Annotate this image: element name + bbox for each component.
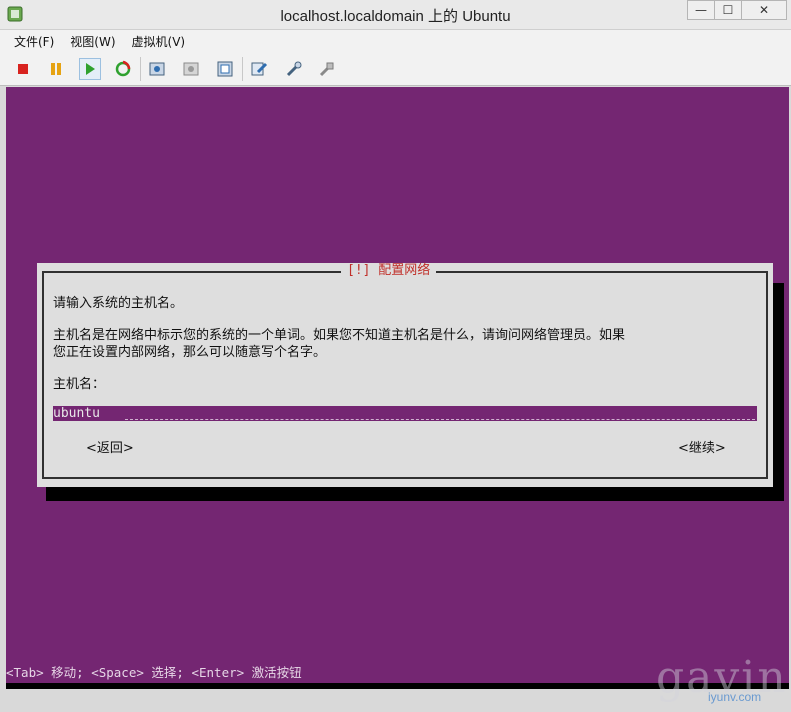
vm-console[interactable]: [!] 配置网络 请输入系统的主机名。 主机名是在网络中标示您的系统的一个单词。…: [6, 87, 789, 683]
snapshot-manager-icon: [217, 61, 233, 77]
hostname-value: ubuntu: [53, 406, 100, 421]
hostname-label: 主机名：: [53, 377, 106, 392]
hostname-prompt: 请输入系统的主机名。: [53, 296, 184, 311]
menu-file[interactable]: 文件(F): [14, 33, 54, 50]
back-button[interactable]: <返回>: [86, 437, 134, 456]
snapshot-icon: [149, 62, 165, 76]
watermark-site: iyunv.com: [708, 690, 762, 704]
toolbar-separator: [140, 57, 141, 81]
menu-view[interactable]: 视图(W): [70, 33, 115, 50]
refresh-icon: [115, 60, 131, 77]
minimize-button[interactable]: —: [687, 0, 715, 20]
dialog-title: [!] 配置网络: [341, 263, 437, 279]
configure-network-dialog: [!] 配置网络 请输入系统的主机名。 主机名是在网络中标示您的系统的一个单词。…: [37, 263, 773, 487]
input-underline: [125, 419, 755, 420]
pause-button[interactable]: [45, 58, 67, 80]
tools-icon: [286, 61, 302, 77]
play-icon: [86, 63, 95, 75]
stop-icon: [18, 64, 28, 74]
vm-settings-button[interactable]: [248, 58, 270, 80]
window-controls: — ☐ ✕: [687, 0, 787, 20]
maximize-button[interactable]: ☐: [714, 0, 742, 20]
pause-icon: [51, 63, 61, 75]
keyboard-help-line: <Tab> 移动; <Space> 选择; <Enter> 激活按钮: [6, 665, 302, 680]
play-button[interactable]: [79, 58, 101, 80]
tools-button[interactable]: [283, 58, 305, 80]
close-button[interactable]: ✕: [741, 0, 787, 20]
revert-snapshot-button[interactable]: [180, 58, 202, 80]
reset-button[interactable]: [112, 58, 134, 80]
menu-bar: 文件(F) 视图(W) 虚拟机(V): [0, 30, 791, 52]
toolbar-separator: [242, 57, 243, 81]
hostname-input[interactable]: ubuntu: [53, 406, 757, 421]
stop-button[interactable]: [12, 58, 34, 80]
menu-vm[interactable]: 虚拟机(V): [132, 33, 186, 50]
settings-icon: [251, 62, 268, 76]
connect-icon: [319, 62, 334, 77]
description-line-2: 您正在设置内部网络，那么可以随意写个名字。: [53, 345, 327, 360]
window-title: localhost.localdomain 上的 Ubuntu: [280, 8, 511, 25]
toolbar: [0, 52, 791, 86]
snapshot-manager-button[interactable]: [214, 58, 236, 80]
title-bar: localhost.localdomain 上的 Ubuntu — ☐ ✕: [0, 0, 791, 30]
connect-device-button[interactable]: [316, 58, 338, 80]
continue-button[interactable]: <继续>: [678, 437, 726, 456]
description-line-1: 主机名是在网络中标示您的系统的一个单词。如果您不知道主机名是什么，请询问网络管理…: [53, 328, 626, 343]
snapshot-revert-icon: [183, 62, 199, 76]
snapshot-button[interactable]: [146, 58, 168, 80]
